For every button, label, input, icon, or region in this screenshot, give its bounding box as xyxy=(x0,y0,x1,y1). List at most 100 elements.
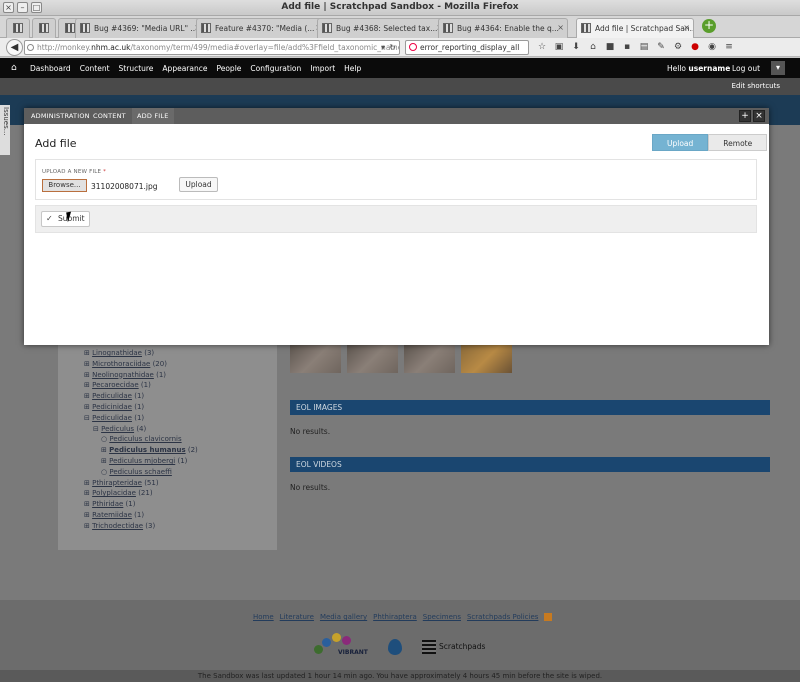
tree-item-label[interactable]: Pthiridae xyxy=(92,500,123,508)
adblock-icon[interactable]: ● xyxy=(689,41,701,53)
scratchpads-logo[interactable]: Scratchpads xyxy=(422,639,485,654)
back-button[interactable]: ◀ xyxy=(6,39,23,56)
menu-content[interactable]: Content xyxy=(80,64,110,73)
browser-tab-active[interactable]: Add file | Scratchpad San... × xyxy=(576,18,694,38)
menu-people[interactable]: People xyxy=(216,64,241,73)
tree-item[interactable]: ⊟ Pediculus (4) xyxy=(84,424,198,435)
close-overlay-icon[interactable]: × xyxy=(753,110,765,122)
thumbnail-image[interactable] xyxy=(404,345,455,373)
addon-icon[interactable]: ⚙ xyxy=(672,41,684,53)
tree-item[interactable]: ⊞ Pediculus mjobergi (1) xyxy=(84,456,198,467)
reload-icon[interactable]: ↻ xyxy=(389,41,396,54)
close-tab-icon[interactable]: × xyxy=(557,23,564,32)
menu-icon[interactable]: ≡ xyxy=(723,41,735,53)
tree-item-label[interactable]: Pthirapteridae xyxy=(92,479,142,487)
history-dropdown-icon[interactable]: ▾ xyxy=(381,41,385,54)
tree-item-count: (1) xyxy=(134,402,145,411)
browser-tab[interactable]: Bug #4364: Enable the q... × xyxy=(438,18,568,38)
tree-item-label[interactable]: Polyplacidae xyxy=(92,489,136,497)
search-bar[interactable]: error_reporting_display_all xyxy=(405,40,529,55)
tree-item-label[interactable]: Pediculus mjobergi xyxy=(109,457,175,465)
tree-item[interactable]: ⊞ Pedicinidae (1) xyxy=(84,402,198,413)
tree-item[interactable]: ⊟ Pediculidae (1) xyxy=(84,413,198,424)
tree-item[interactable]: ⊞ Pthiridae (1) xyxy=(84,499,198,510)
drupal-logo[interactable] xyxy=(388,638,402,655)
tree-item[interactable]: ⊞ Polyplacidae (21) xyxy=(84,488,198,499)
tree-item[interactable]: ⊞ Pediculus humanus (2) xyxy=(84,445,198,456)
addon-icon[interactable]: ◉ xyxy=(706,41,718,53)
tree-item[interactable]: ○ Pediculus schaeffi xyxy=(84,467,198,478)
menu-configuration[interactable]: Configuration xyxy=(250,64,301,73)
menu-import[interactable]: Import xyxy=(310,64,335,73)
tree-item-label[interactable]: Pediculidae xyxy=(92,414,132,422)
upload-tab[interactable]: Upload xyxy=(652,134,709,151)
tree-item-label[interactable]: Pediculus xyxy=(101,425,134,433)
pinned-tab[interactable] xyxy=(32,18,56,38)
pinned-tab[interactable] xyxy=(6,18,30,38)
add-shortcut-icon[interactable]: + xyxy=(739,110,751,122)
tree-item[interactable]: ⊞ Pecaroecidae (1) xyxy=(84,380,198,391)
tree-item-label[interactable]: Linognathidae xyxy=(92,349,142,357)
tree-item-label[interactable]: Pedicinidae xyxy=(92,403,132,411)
home-icon[interactable]: ⌂ xyxy=(587,41,599,53)
thumbnail-image[interactable] xyxy=(347,345,398,373)
addon-icon[interactable]: ▪ xyxy=(621,41,633,53)
footer-link-phthiraptera[interactable]: Phthiraptera xyxy=(373,613,417,621)
tree-item-label[interactable]: Pediculidae xyxy=(92,392,132,400)
addon-icon[interactable]: ■ xyxy=(604,41,616,53)
thumbnail-image[interactable] xyxy=(461,345,512,373)
tree-item-count: (20) xyxy=(152,359,167,368)
footer-link-policies[interactable]: Scratchpads Policies xyxy=(467,613,538,621)
rss-icon[interactable] xyxy=(544,613,553,621)
footer-link-media-gallery[interactable]: Media gallery xyxy=(320,613,367,621)
footer-link-literature[interactable]: Literature xyxy=(280,613,314,621)
tree-item[interactable]: ⊞ Microthoraciidae (20) xyxy=(84,359,198,370)
tree-item-label[interactable]: Ratemiidae xyxy=(92,511,132,519)
new-tab-button[interactable]: + xyxy=(702,19,716,33)
url-bar[interactable]: http://monkey.nhm.ac.uk/taxonomy/term/49… xyxy=(24,40,400,55)
menu-dashboard[interactable]: Dashboard xyxy=(30,64,71,73)
bookmark-star-icon[interactable]: ☆ xyxy=(536,41,548,53)
toolbar-toggle-icon[interactable]: ▾ xyxy=(771,61,785,75)
tree-item[interactable]: ○ Pediculus clavicornis xyxy=(84,434,198,445)
browser-tab[interactable]: Bug #4369: "Media URL" ...× xyxy=(75,18,205,38)
tree-item[interactable]: ⊞ Trichodectidae (3) xyxy=(84,521,198,532)
overlay-tab-content[interactable]: CONTENT xyxy=(88,108,131,124)
remote-tab[interactable]: Remote xyxy=(708,134,768,151)
logout-link[interactable]: Log out xyxy=(732,64,760,73)
menu-appearance[interactable]: Appearance xyxy=(162,64,207,73)
menu-help[interactable]: Help xyxy=(344,64,361,73)
vibrant-logo[interactable]: VIBRANT xyxy=(314,633,368,660)
footer-link-specimens[interactable]: Specimens xyxy=(423,613,461,621)
footer-link-home[interactable]: Home xyxy=(253,613,274,621)
tree-item[interactable]: ⊞ Pediculidae (1) xyxy=(84,391,198,402)
home-icon[interactable]: ⌂ xyxy=(11,63,17,73)
browser-tab[interactable]: Bug #4368: Selected tax...× xyxy=(317,18,447,38)
tree-item-label[interactable]: Pediculus schaeffi xyxy=(109,468,172,476)
tree-item[interactable]: ⊞ Linognathidae (3) xyxy=(84,348,198,359)
overlay-tab-administration[interactable]: ADMINISTRATION xyxy=(26,108,95,124)
tree-item[interactable]: ⊞ Ratemiidae (1) xyxy=(84,510,198,521)
edit-shortcuts-link[interactable]: Edit shortcuts xyxy=(732,82,780,90)
upload-button[interactable]: Upload xyxy=(179,177,218,192)
close-tab-icon[interactable]: × xyxy=(683,23,690,32)
browser-tab[interactable]: Feature #4370: "Media (...× xyxy=(196,18,326,38)
tree-item[interactable]: ⊞ Neolinognathidae (1) xyxy=(84,370,198,381)
overlay-tab-add-file[interactable]: ADD FILE xyxy=(132,108,174,124)
tree-item-label[interactable]: Neolinognathidae xyxy=(92,371,154,379)
tree-item[interactable]: ⊞ Pthirapteridae (51) xyxy=(84,478,198,489)
tree-item-label[interactable]: Pediculus clavicornis xyxy=(109,435,181,443)
username[interactable]: username xyxy=(688,64,730,73)
addon-icon[interactable]: ✎ xyxy=(655,41,667,53)
tree-item-label[interactable]: Pediculus humanus xyxy=(109,446,186,454)
addon-icon[interactable]: ▤ xyxy=(638,41,650,53)
issues-tab[interactable]: Issues... xyxy=(0,105,10,155)
tree-item-label[interactable]: Pecaroecidae xyxy=(92,381,139,389)
bookmarks-menu-icon[interactable]: ▣ xyxy=(553,41,565,53)
browse-button[interactable]: Browse... xyxy=(42,179,87,192)
menu-structure[interactable]: Structure xyxy=(119,64,154,73)
tree-item-label[interactable]: Microthoraciidae xyxy=(92,360,150,368)
tree-item-label[interactable]: Trichodectidae xyxy=(92,522,143,530)
thumbnail-image[interactable] xyxy=(290,345,341,373)
download-icon[interactable]: ⬇ xyxy=(570,41,582,53)
